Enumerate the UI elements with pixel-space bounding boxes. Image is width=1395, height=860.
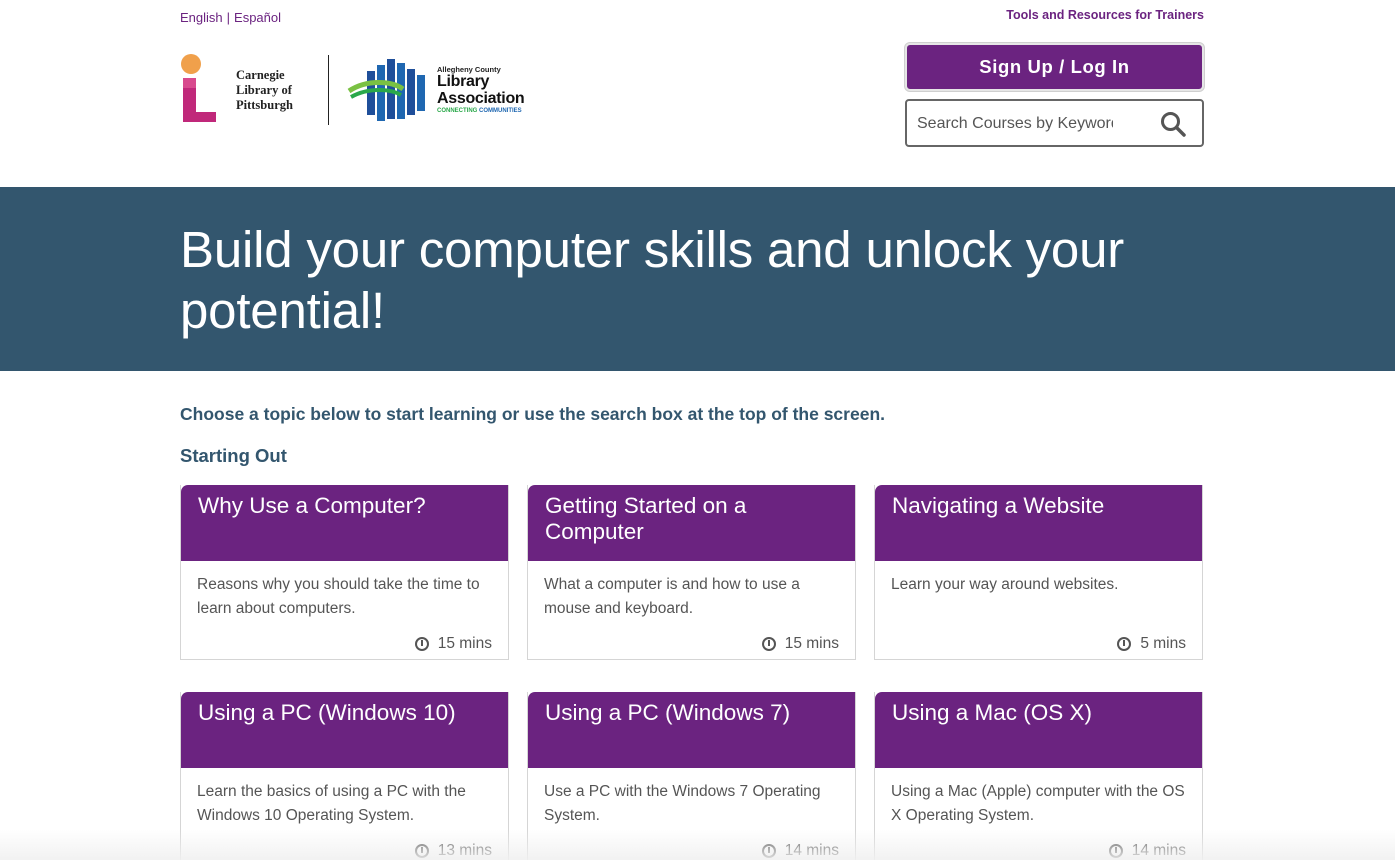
hero-banner: Build your computer skills and unlock yo… <box>0 187 1395 371</box>
course-card[interactable]: Using a PC (Windows 7) Use a PC with the… <box>527 692 856 860</box>
course-card-description: Learn your way around websites. <box>891 576 1119 593</box>
language-separator: | <box>226 10 231 25</box>
course-card[interactable]: Navigating a Website Learn your way arou… <box>874 485 1203 660</box>
clock-icon <box>761 844 776 858</box>
clock-icon <box>1108 844 1123 858</box>
course-card-title: Navigating a Website <box>875 485 1202 561</box>
course-card-duration: 14 mins <box>1108 842 1186 860</box>
course-card-description: Learn the basics of using a PC with the … <box>197 783 466 824</box>
acla-logo-line1: Library <box>437 73 490 91</box>
course-card-title: Using a PC (Windows 10) <box>181 692 508 768</box>
course-card-title: Why Use a Computer? <box>181 485 508 561</box>
course-card-duration: 15 mins <box>414 635 492 653</box>
course-card[interactable]: Using a Mac (OS X) Using a Mac (Apple) c… <box>874 692 1203 860</box>
clp-logo-text: Carnegie Library of Pittsburgh <box>236 68 306 113</box>
course-card-duration: 15 mins <box>761 635 839 653</box>
section-title: Starting Out <box>180 445 287 466</box>
acla-logo-tagline: CONNECTING COMMUNITIES <box>437 108 522 115</box>
intro-text: Choose a topic below to start learning o… <box>180 404 885 424</box>
clock-icon <box>761 637 776 651</box>
clock-icon <box>414 637 429 651</box>
course-card-description: What a computer is and how to use a mous… <box>544 576 800 617</box>
course-card-duration: 5 mins <box>1117 635 1186 653</box>
page-header: English | Español Tools and Resources for … <box>180 0 1204 187</box>
course-card-title: Using a Mac (OS X) <box>875 692 1202 768</box>
search-input[interactable] <box>917 113 1113 135</box>
clp-logo[interactable]: Carnegie Library of Pittsburgh <box>180 54 306 126</box>
clock-icon <box>414 844 429 858</box>
course-card-title: Using a PC (Windows 7) <box>528 692 855 768</box>
clock-icon <box>1117 637 1132 651</box>
course-card-duration: 14 mins <box>761 842 839 860</box>
acla-logo-line2: Association <box>437 90 525 108</box>
course-card-description: Reasons why you should take the time to … <box>197 576 480 617</box>
hero-title: Build your computer skills and unlock yo… <box>180 221 1125 339</box>
course-card[interactable]: Why Use a Computer? Reasons why you shou… <box>180 485 509 660</box>
course-card-description: Use a PC with the Windows 7 Operating Sy… <box>544 783 821 824</box>
search-icon[interactable] <box>1160 111 1186 137</box>
trainers-link[interactable]: Tools and Resources for Trainers <box>1006 8 1204 22</box>
course-card-title: Getting Started on a Computer <box>528 485 855 561</box>
acla-logo[interactable]: Allegheny County Library Association CON… <box>347 57 525 123</box>
top-bar: English | Español Tools and Resources for … <box>180 0 1204 44</box>
course-card[interactable]: Using a PC (Windows 10) Learn the basics… <box>180 692 509 860</box>
course-card-duration: 13 mins <box>414 842 492 860</box>
language-spanish-link[interactable]: Español <box>234 10 281 25</box>
clp-logo-line: Carnegie <box>236 67 285 82</box>
course-card-description: Using a Mac (Apple) computer with the OS… <box>891 783 1185 824</box>
logo-divider <box>328 55 329 125</box>
acla-logo-mark <box>347 59 425 121</box>
main-content: Choose a topic below to start learning o… <box>180 371 1204 860</box>
course-grid: Why Use a Computer? Reasons why you shou… <box>180 485 1204 860</box>
header-main: Carnegie Library of Pittsburgh Allegheny… <box>180 43 1204 187</box>
search-box <box>905 99 1204 147</box>
acla-logo-text: Allegheny County Library Association CON… <box>437 64 525 115</box>
language-english-link[interactable]: English <box>180 10 223 25</box>
language-switcher: English | Español <box>180 10 281 25</box>
clp-logo-line: Library of <box>236 82 292 97</box>
acla-logo-small: Allegheny County <box>437 64 501 74</box>
clp-logo-line: Pittsburgh <box>236 97 293 112</box>
logos: Carnegie Library of Pittsburgh Allegheny… <box>180 54 525 126</box>
clp-logo-mark <box>180 54 216 126</box>
course-card[interactable]: Getting Started on a Computer What a com… <box>527 485 856 660</box>
signup-login-button[interactable]: Sign Up / Log In <box>905 43 1204 91</box>
